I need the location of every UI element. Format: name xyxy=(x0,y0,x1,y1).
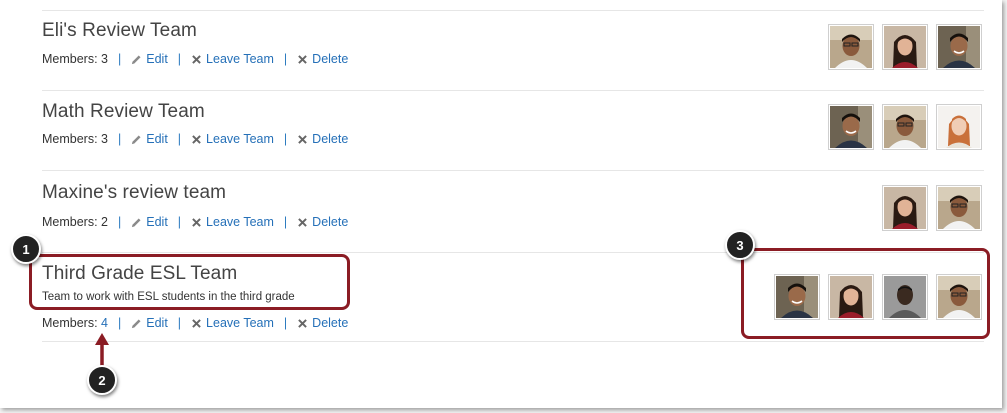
leave-team-label: Leave Team xyxy=(206,215,274,229)
callout-highlight-avatars xyxy=(741,248,990,339)
team-meta: Members: 3 | Edit | Leave Team | Delete xyxy=(42,52,348,66)
delete-label: Delete xyxy=(312,132,349,146)
separator: | xyxy=(118,215,122,229)
member-avatars xyxy=(882,185,982,231)
member-avatars xyxy=(828,104,982,150)
delete-button[interactable]: Delete xyxy=(296,52,348,66)
x-icon xyxy=(190,53,202,65)
separator: | xyxy=(118,132,122,146)
callout-highlight-team-details xyxy=(29,254,350,310)
members-count: Members: 2 xyxy=(42,215,108,229)
leave-team-label: Leave Team xyxy=(206,132,274,146)
avatar[interactable] xyxy=(828,104,874,150)
pencil-icon xyxy=(130,53,142,65)
leave-team-button[interactable]: Leave Team xyxy=(190,52,274,66)
avatar[interactable] xyxy=(882,104,928,150)
separator: | xyxy=(177,52,182,66)
member-avatars xyxy=(828,24,982,70)
edit-button[interactable]: Edit xyxy=(130,132,168,146)
members-prefix: Members: xyxy=(42,316,102,330)
separator: | xyxy=(283,132,288,146)
team-name[interactable]: Math Review Team xyxy=(42,101,205,123)
delete-button[interactable]: Delete xyxy=(296,132,348,146)
members-number: 4 xyxy=(101,316,108,330)
edit-button[interactable]: Edit xyxy=(130,316,168,330)
avatar[interactable] xyxy=(936,185,982,231)
separator: | xyxy=(283,52,288,66)
pencil-icon xyxy=(130,317,142,329)
team-row: Eli's Review Team Members: 3 | Edit | Le… xyxy=(42,10,984,91)
callout-badge-3: 3 xyxy=(725,230,755,260)
x-icon xyxy=(190,133,202,145)
edit-button[interactable]: Edit xyxy=(130,215,168,229)
team-meta: Members: 3 | Edit | Leave Team | Delete xyxy=(42,132,348,146)
separator: | xyxy=(118,52,122,66)
members-count: Members: 4 xyxy=(42,316,108,330)
team-row: Maxine's review team Members: 2 | Edit |… xyxy=(42,170,984,253)
team-meta: Members: 2 | Edit | Leave Team | Delete xyxy=(42,215,348,229)
callout-badge-1: 1 xyxy=(11,234,41,264)
leave-team-button[interactable]: Leave Team xyxy=(190,215,274,229)
members-count: Members: 3 xyxy=(42,52,108,66)
x-icon xyxy=(296,133,308,145)
delete-label: Delete xyxy=(312,215,349,229)
edit-label: Edit xyxy=(146,215,168,229)
teams-panel: Eli's Review Team Members: 3 | Edit | Le… xyxy=(0,0,1002,408)
leave-team-button[interactable]: Leave Team xyxy=(190,132,274,146)
callout-badge-2: 2 xyxy=(87,365,117,395)
avatar[interactable] xyxy=(828,24,874,70)
edit-label: Edit xyxy=(146,52,168,66)
x-icon xyxy=(190,216,202,228)
leave-team-button[interactable]: Leave Team xyxy=(190,316,274,330)
team-meta: Members: 4 | Edit | Leave Team | Delete xyxy=(42,316,348,330)
delete-button[interactable]: Delete xyxy=(296,215,348,229)
edit-button[interactable]: Edit xyxy=(130,52,168,66)
edit-label: Edit xyxy=(146,132,168,146)
separator: | xyxy=(118,316,122,330)
avatar[interactable] xyxy=(936,104,982,150)
avatar[interactable] xyxy=(882,24,928,70)
delete-label: Delete xyxy=(312,316,349,330)
x-icon xyxy=(296,317,308,329)
separator: | xyxy=(177,132,182,146)
team-name[interactable]: Eli's Review Team xyxy=(42,20,197,42)
separator: | xyxy=(283,215,288,229)
team-name[interactable]: Maxine's review team xyxy=(42,182,226,204)
team-row: Math Review Team Members: 3 | Edit | Lea… xyxy=(42,90,984,171)
delete-button[interactable]: Delete xyxy=(296,316,348,330)
separator: | xyxy=(283,316,288,330)
edit-label: Edit xyxy=(146,316,168,330)
avatar[interactable] xyxy=(882,185,928,231)
x-icon xyxy=(296,53,308,65)
separator: | xyxy=(177,215,182,229)
pencil-icon xyxy=(130,133,142,145)
leave-team-label: Leave Team xyxy=(206,316,274,330)
avatar[interactable] xyxy=(936,24,982,70)
separator: | xyxy=(177,316,182,330)
pencil-icon xyxy=(130,216,142,228)
members-count: Members: 3 xyxy=(42,132,108,146)
x-icon xyxy=(190,317,202,329)
delete-label: Delete xyxy=(312,52,349,66)
x-icon xyxy=(296,216,308,228)
leave-team-label: Leave Team xyxy=(206,52,274,66)
